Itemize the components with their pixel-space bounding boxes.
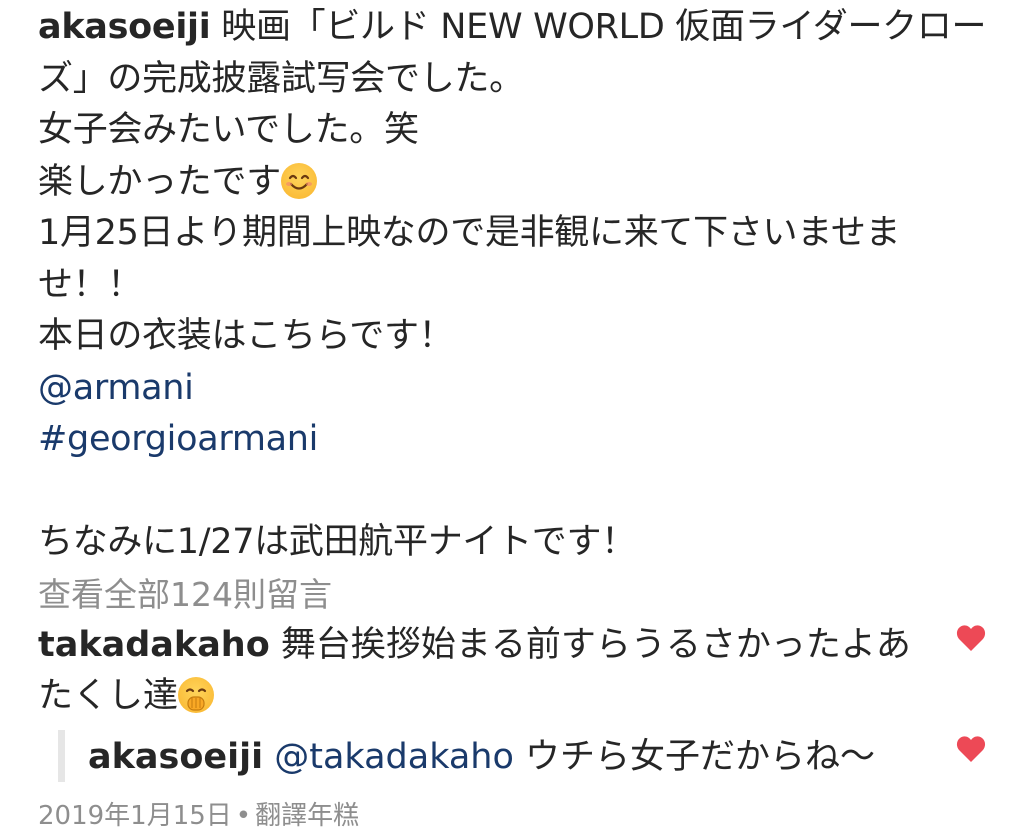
reply-username[interactable]: akasoeiji bbox=[88, 737, 263, 777]
caption-line-6: せ！！ bbox=[38, 264, 143, 305]
reply-mention-link[interactable]: @takadakaho bbox=[274, 737, 514, 777]
caption-line-4: 楽しかったです bbox=[38, 157, 988, 209]
caption-line-5: 1月25日より期間上映なので是非観に来て下さいませま bbox=[38, 213, 901, 253]
caption-hashtag-line: #georgioarmani bbox=[38, 414, 988, 466]
hand-over-mouth-emoji-icon bbox=[178, 677, 215, 713]
caption-text-1: 映画「ビルド NEW WORLD 仮面ライダークロー bbox=[221, 7, 987, 47]
caption-closing-line: ちなみに1/27は武田航平ナイトです！ bbox=[38, 522, 636, 562]
post-meta: 2019年1月15日 • 翻譯年糕 bbox=[38, 795, 359, 832]
comment-text-1: 舞台挨拶始まる前すらうるさかったよあ bbox=[280, 625, 911, 665]
reply-item: akasoeiji @takadakaho ウチら女子だからね〜 bbox=[88, 733, 875, 781]
comment-text-2: たくし達 bbox=[38, 676, 179, 716]
caption-text-4: 楽しかったです bbox=[38, 161, 281, 202]
heart-icon[interactable] bbox=[956, 624, 986, 652]
comment-line-2: たくし達 bbox=[38, 671, 928, 722]
mention-link[interactable]: @armani bbox=[38, 368, 194, 408]
post-date: 2019年1月15日 bbox=[38, 801, 232, 831]
smiling-face-emoji-icon bbox=[280, 162, 317, 199]
caption-line-3: 女子会みたいでした。笑 bbox=[38, 110, 419, 150]
reply-text: ウチら女子だからね〜 bbox=[525, 737, 876, 777]
comment-username[interactable]: takadakaho bbox=[38, 625, 270, 665]
hashtag-link[interactable]: #georgioarmani bbox=[38, 419, 318, 459]
caption-mention-line: @armani bbox=[38, 363, 988, 415]
caption-line-7: 本日の衣装はこちらです！ bbox=[38, 316, 454, 356]
caption-line-2: ズ」の完成披露試写会でした。 bbox=[38, 58, 524, 99]
view-all-comments-link[interactable]: 查看全部124則留言 bbox=[38, 568, 332, 616]
meta-separator: • bbox=[235, 801, 252, 831]
post-caption: akasoeiji 映画「ビルド NEW WORLD 仮面ライダークロー ズ」の… bbox=[38, 2, 988, 569]
translate-link[interactable]: 翻譯年糕 bbox=[255, 801, 359, 831]
post-username[interactable]: akasoeiji bbox=[38, 7, 211, 47]
reply-heart-icon[interactable] bbox=[956, 735, 986, 763]
comment-item: takadakaho 舞台挨拶始まる前すらうるさかったよあ たくし達 bbox=[38, 620, 928, 722]
caption-line-1: akasoeiji 映画「ビルド NEW WORLD 仮面ライダークロー bbox=[38, 2, 988, 54]
comment-line-1: takadakaho 舞台挨拶始まる前すらうるさかったよあ bbox=[38, 620, 928, 671]
reply-thread-bar bbox=[58, 730, 65, 782]
